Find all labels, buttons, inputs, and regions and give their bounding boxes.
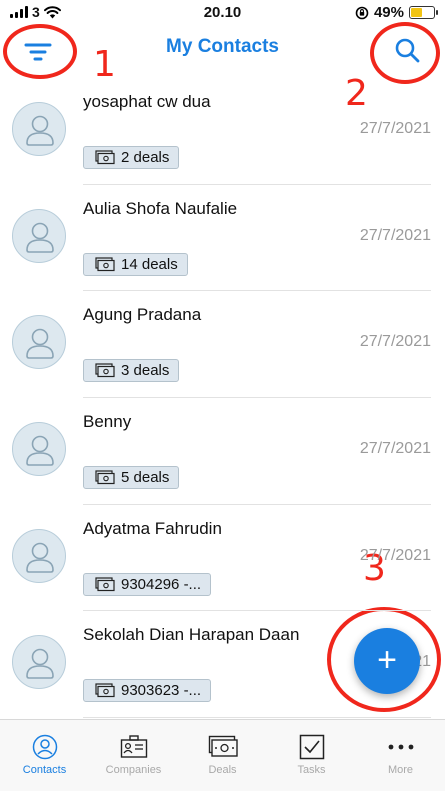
tab-label: Companies: [105, 764, 162, 776]
annotation-circle-filter: [3, 24, 77, 79]
person-avatar-icon: [26, 222, 54, 253]
tab-companies[interactable]: Companies: [89, 720, 178, 791]
money-icon: [95, 257, 115, 271]
money-icon: [95, 363, 115, 378]
avatar: [12, 208, 66, 263]
tab-label: Deals: [208, 764, 237, 776]
contact-row[interactable]: Aulia Shofa Naufalie 27/7/2021 14 deals: [0, 185, 445, 292]
contact-name: Aulia Shofa Naufalie: [83, 198, 238, 218]
avatar: [12, 422, 66, 477]
person-circle-icon: [32, 734, 57, 760]
contact-list: yosaphat cw dua 27/7/2021 2 deals Aulia Sho…: [0, 78, 445, 718]
contact-date: 27/7/2021: [359, 440, 431, 458]
deals-badge[interactable]: 14 deals: [83, 252, 188, 276]
contact-date: 27/7/2021: [359, 226, 431, 244]
contact-name: Benny: [83, 412, 132, 432]
person-avatar-icon: [26, 115, 54, 146]
contact-date: 27/7/2021: [359, 546, 431, 564]
avatar: [12, 528, 66, 583]
contact-date: 27/7/2021: [359, 333, 431, 351]
person-avatar-icon: [26, 542, 54, 573]
battery-fill: [411, 8, 422, 17]
contact-name: Sekolah Dian Harapan Daan: [83, 625, 300, 645]
person-avatar-icon: [26, 435, 54, 466]
money-icon: [95, 470, 115, 485]
tab-more[interactable]: More: [356, 720, 445, 791]
deals-label: 2 deals: [121, 149, 170, 166]
person-avatar-icon: [26, 329, 54, 360]
money-icon: [95, 577, 115, 591]
battery-percent: 49%: [373, 4, 404, 21]
contact-row[interactable]: yosaphat cw dua 27/7/2021 2 deals: [0, 78, 445, 185]
deals-label: 14 deals: [121, 255, 178, 273]
contact-name: Adyatma Fahrudin: [83, 518, 222, 538]
battery-icon: [409, 6, 438, 19]
contact-row[interactable]: Adyatma Fahrudin 27/7/2021 9304296 -...: [0, 505, 445, 612]
person-avatar-icon: [26, 649, 54, 680]
company-card-icon: [120, 735, 147, 758]
contact-row[interactable]: Agung Pradana 27/7/2021 3 deals: [0, 291, 445, 399]
tab-label: More: [387, 764, 414, 776]
status-right: 49%: [355, 4, 438, 21]
deals-label: 3 deals: [121, 362, 170, 380]
row-divider: [83, 717, 431, 718]
tab-label: Contacts: [22, 764, 67, 776]
deals-label: 9303623 -...: [121, 682, 202, 700]
contact-name: Agung Pradana: [83, 305, 202, 325]
add-contact-button[interactable]: +: [354, 628, 420, 694]
deals-badge[interactable]: 9304296 -...: [83, 572, 212, 596]
tab-label: Tasks: [297, 764, 326, 776]
tab-tasks[interactable]: Tasks: [267, 720, 356, 791]
avatar: [12, 315, 66, 370]
checkbox-icon: [299, 734, 324, 760]
contact-row[interactable]: Benny 27/7/2021 5 deals: [0, 398, 445, 505]
money-icon: [208, 735, 238, 757]
annotation-circle-search: [370, 22, 440, 84]
deals-badge[interactable]: 3 deals: [83, 359, 180, 383]
deals-label: 5 deals: [121, 469, 170, 487]
contact-name: yosaphat cw dua: [83, 92, 211, 111]
deals-badge[interactable]: 2 deals: [83, 146, 180, 169]
avatar: [12, 102, 66, 156]
tab-deals[interactable]: Deals: [178, 720, 267, 791]
contact-date: 27/7/2021: [359, 120, 431, 137]
money-icon: [95, 150, 115, 165]
ellipsis-icon: [388, 744, 413, 750]
tab-contacts[interactable]: Contacts: [0, 720, 89, 791]
rotation-lock-icon: [355, 6, 369, 19]
avatar: [12, 635, 66, 690]
tab-bar: Contacts Companies Deals Tasks More: [0, 719, 445, 791]
deals-badge[interactable]: 5 deals: [83, 466, 180, 490]
deals-badge[interactable]: 9303623 -...: [83, 679, 212, 703]
status-bar: 3 20.10 49%: [0, 0, 445, 24]
money-icon: [95, 683, 115, 698]
deals-label: 9304296 -...: [121, 575, 202, 593]
